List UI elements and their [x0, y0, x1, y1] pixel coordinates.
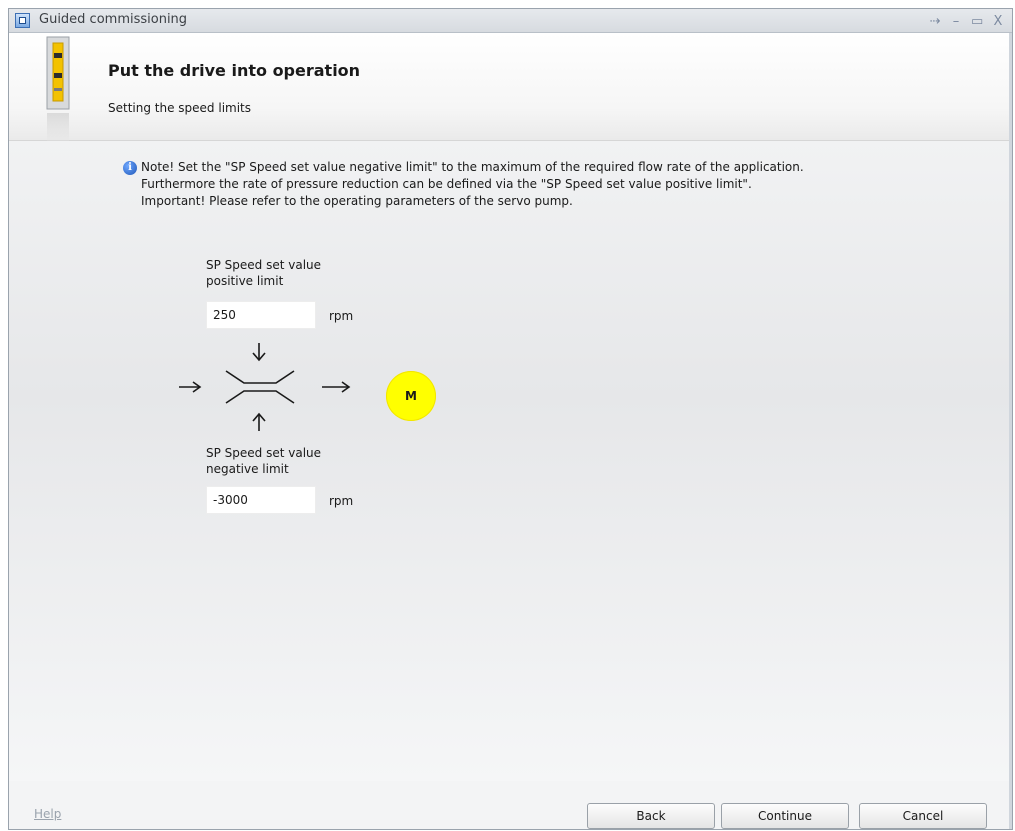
note-text: Note! Set the "SP Speed set value negati… — [141, 159, 991, 210]
back-button[interactable]: Back — [587, 803, 715, 829]
output-arrow-icon — [322, 381, 351, 393]
title-bar: Guided commissioning ⇢ – ▭ X — [9, 9, 1012, 33]
window-right-edge — [1009, 33, 1012, 829]
positive-limit-input[interactable]: 250 — [206, 301, 316, 329]
note-line-3: Important! Please refer to the operating… — [141, 194, 573, 208]
down-arrow-icon — [252, 343, 266, 362]
positive-limit-label-line-2: positive limit — [206, 274, 284, 288]
negative-limit-unit: rpm — [329, 494, 354, 508]
window-title: Guided commissioning — [39, 12, 188, 27]
page-title: Put the drive into operation — [108, 61, 361, 80]
minimize-icon[interactable]: – — [950, 14, 962, 29]
cancel-button[interactable]: Cancel — [859, 803, 987, 829]
wizard-header: Put the drive into operation Setting the… — [9, 33, 1012, 141]
note-line-2: Furthermore the rate of pressure reducti… — [141, 177, 752, 191]
page-subtitle: Setting the speed limits — [108, 101, 252, 115]
pin-icon[interactable]: ⇢ — [929, 14, 941, 29]
flow-diagram — [179, 343, 351, 431]
input-arrow-icon — [179, 381, 202, 393]
guided-commissioning-window: Guided commissioning ⇢ – ▭ X Put the dri… — [8, 8, 1013, 830]
up-arrow-icon — [252, 412, 266, 431]
positive-limit-unit: rpm — [329, 309, 354, 323]
info-icon: i — [123, 161, 137, 175]
positive-limit-label-line-1: SP Speed set value — [206, 258, 322, 272]
motor-icon: M — [386, 371, 436, 421]
negative-limit-label-line-1: SP Speed set value — [206, 446, 322, 460]
app-icon — [15, 13, 30, 28]
continue-button[interactable]: Continue — [721, 803, 849, 829]
positive-limit-label: SP Speed set value positive limit — [206, 257, 386, 289]
wizard-content — [9, 141, 1012, 781]
maximize-icon[interactable]: ▭ — [971, 14, 983, 29]
negative-limit-label: SP Speed set value negative limit — [206, 445, 386, 477]
throttle-valve-icon — [225, 370, 295, 404]
help-link[interactable]: Help — [34, 807, 61, 821]
close-icon[interactable]: X — [992, 14, 1004, 29]
note-line-1: Note! Set the "SP Speed set value negati… — [141, 160, 804, 174]
window-controls: ⇢ – ▭ X — [929, 11, 1004, 31]
negative-limit-input[interactable]: -3000 — [206, 486, 316, 514]
wizard-footer: Help Back Continue Cancel — [9, 795, 1012, 829]
negative-limit-label-line-2: negative limit — [206, 462, 289, 476]
